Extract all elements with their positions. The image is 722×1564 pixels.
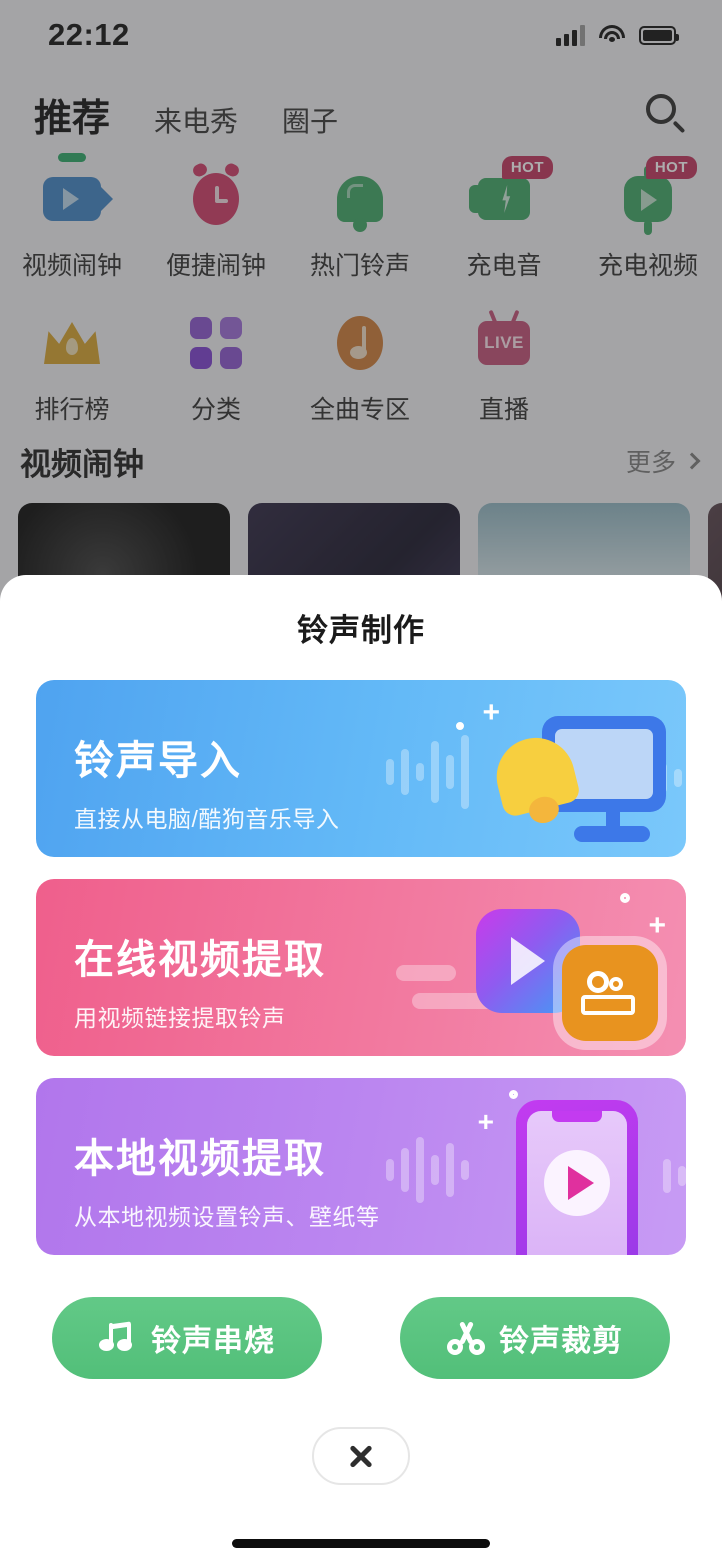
card-subtitle: 用视频链接提取铃声 bbox=[74, 1005, 286, 1031]
sheet-title: 铃声制作 bbox=[297, 613, 425, 648]
home-indicator bbox=[232, 1539, 490, 1548]
scissors-icon bbox=[447, 1321, 485, 1355]
sheet-action-row: 铃声串烧 铃声裁剪 bbox=[0, 1255, 722, 1379]
card-text: 铃声导入 直接从电脑/酷狗音乐导入 bbox=[74, 728, 339, 834]
phone-play-illustration: + bbox=[386, 1078, 686, 1255]
ringtone-mashup-button[interactable]: 铃声串烧 bbox=[52, 1297, 322, 1379]
card-local-video-extract[interactable]: + 本地视频提取 从本地视频设置铃声、壁纸等 bbox=[36, 1078, 686, 1255]
sheet-card-list: + 铃声导入 直接从电脑/酷狗音乐导入 + 在线视频提取 用视频链接提取铃声 +… bbox=[0, 650, 722, 1255]
close-button[interactable] bbox=[312, 1427, 410, 1485]
card-title: 本地视频提取 bbox=[74, 1137, 326, 1181]
ringtone-mashup-label: 铃声串烧 bbox=[151, 1325, 275, 1358]
close-x-icon bbox=[347, 1442, 375, 1470]
video-apps-illustration: + bbox=[386, 879, 686, 1056]
card-text: 在线视频提取 用视频链接提取铃声 bbox=[74, 927, 326, 1033]
card-subtitle: 直接从电脑/酷狗音乐导入 bbox=[74, 806, 340, 832]
ringtone-maker-sheet: 铃声制作 + 铃声导入 直接从电脑/酷狗音乐导入 + 在线视频提取 用视频链接提… bbox=[0, 575, 722, 1564]
ringtone-trim-button[interactable]: 铃声裁剪 bbox=[400, 1297, 670, 1379]
card-ringtone-import[interactable]: + 铃声导入 直接从电脑/酷狗音乐导入 bbox=[36, 680, 686, 857]
card-text: 本地视频提取 从本地视频设置铃声、壁纸等 bbox=[74, 1126, 380, 1232]
ringtone-trim-label: 铃声裁剪 bbox=[499, 1325, 623, 1358]
card-title: 铃声导入 bbox=[74, 739, 242, 783]
card-title: 在线视频提取 bbox=[74, 938, 326, 982]
card-online-video-extract[interactable]: + 在线视频提取 用视频链接提取铃声 bbox=[36, 879, 686, 1056]
close-button-row bbox=[0, 1379, 722, 1485]
card-subtitle: 从本地视频设置铃声、壁纸等 bbox=[74, 1204, 380, 1230]
music-notes-icon bbox=[99, 1321, 137, 1355]
bell-and-monitor-illustration: + bbox=[386, 680, 686, 857]
